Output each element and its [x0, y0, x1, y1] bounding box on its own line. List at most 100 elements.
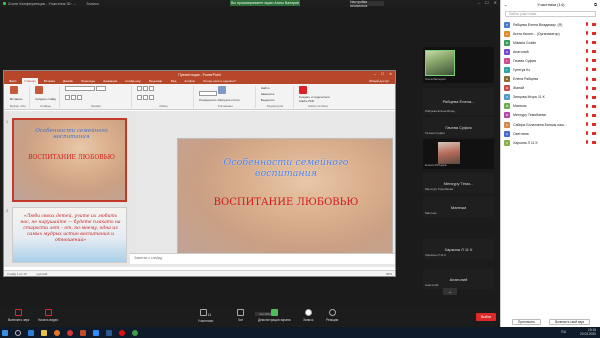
share-button[interactable]: Общий доступ [367, 79, 391, 83]
pp-close-icon[interactable]: ✕ [389, 72, 392, 76]
tab-home[interactable]: Главная [22, 78, 38, 84]
reactions-button[interactable]: Реакции [326, 309, 338, 322]
pp-maximize-icon[interactable]: ☐ [381, 72, 384, 76]
yandex-icon[interactable] [67, 329, 73, 336]
arrange-button[interactable]: Упорядочить [199, 98, 217, 102]
indent-icon[interactable] [148, 86, 154, 91]
slide-thumbnail-2[interactable]: «Люби своих детей, учите их любить нас, … [12, 207, 127, 263]
firefox-icon[interactable] [54, 329, 60, 336]
paste-icon[interactable] [10, 86, 18, 94]
window-controls: – ☐ ✕ [478, 0, 497, 5]
participant-row[interactable]: Е Елена Рябцева [501, 75, 600, 84]
participant-row[interactable]: Х Харкина Л 11 К [501, 138, 600, 147]
slide-thumbnail-1[interactable]: Особенности семейного воспитания ВОСПИТА… [12, 118, 127, 202]
participant-row[interactable]: А Анатолий [501, 47, 600, 56]
word-icon[interactable] [106, 329, 112, 336]
tab-animations[interactable]: Анимация [101, 79, 119, 83]
find-button[interactable]: Найти [261, 86, 270, 90]
select-button[interactable]: Выделить [261, 98, 275, 102]
create-pdf-button[interactable]: Создать и поделиться Adobe PDF [299, 95, 337, 103]
arrange-icon[interactable] [217, 86, 226, 94]
zoom-level[interactable]: 36% [386, 272, 392, 276]
video-tile[interactable]: Харкина Л 11 К Харкина Л 11 К [423, 239, 494, 259]
tell-me-field[interactable]: Что вы хотите сделать? [201, 79, 238, 83]
chat-button[interactable]: Чат [237, 309, 244, 322]
video-tile[interactable]: Елена Рябцева [423, 139, 494, 169]
collapse-icon[interactable]: ⌄ [504, 2, 507, 7]
view-options-button[interactable]: Настройки просмотра [350, 0, 384, 8]
participant-row[interactable]: Г Гачева Суфия [501, 56, 600, 65]
numbering-icon[interactable] [142, 86, 148, 91]
tab-view[interactable]: Вид [169, 79, 178, 83]
bold-icon[interactable] [64, 95, 70, 100]
tab-slideshow[interactable]: Слайд-шоу [123, 79, 143, 83]
participant-row[interactable]: Р Рябцева Елена Владимир. (Я) [501, 20, 600, 29]
unmute-button[interactable]: Включить звук [8, 309, 29, 322]
unmute-me-button[interactable]: Включить свой звук [549, 318, 591, 325]
participant-row[interactable]: М Менсуру Темобаева [501, 111, 600, 120]
explorer-icon[interactable] [41, 329, 47, 336]
share-screen-button[interactable]: Демонстрация экрана [258, 309, 291, 322]
participant-row[interactable]: Ж Жанай [501, 84, 600, 93]
adobe-pdf-icon[interactable] [298, 86, 307, 94]
tab-transitions[interactable]: Переходы [79, 79, 97, 83]
video-tile[interactable]: Мантым Мантым [423, 197, 494, 217]
gallery-scroll-down-icon[interactable]: ⌄ [443, 288, 457, 295]
paste-button[interactable]: Вставить [10, 97, 23, 101]
main-slide[interactable]: Особенности семейного воспитания ВОСПИТА… [177, 138, 393, 262]
participant-row[interactable]: З Зинцова Игорь 11 К [501, 93, 600, 102]
notes-pane[interactable]: Заметки к слайду [130, 253, 395, 264]
tab-review[interactable]: Рецензир. [147, 79, 165, 83]
participant-row[interactable]: С Сабира Болатовна Балшы наш... [501, 120, 600, 129]
align-center-icon[interactable] [142, 95, 148, 100]
zoom-icon[interactable] [93, 329, 99, 336]
pp-minimize-icon[interactable]: – [374, 72, 376, 76]
clock-date[interactable]: 20.03.2020 [580, 332, 596, 336]
video-tile[interactable]: Гачева Суфия Гачева Суфия [423, 117, 494, 137]
record-button[interactable]: Запись [303, 309, 313, 322]
align-right-icon[interactable] [148, 95, 154, 100]
tab-acrobat[interactable]: Acrobat [182, 79, 196, 83]
leave-meeting-button[interactable]: Выйти [476, 313, 496, 321]
italic-icon[interactable] [70, 95, 76, 100]
popout-icon[interactable]: ⧉ [594, 2, 597, 7]
participant-row[interactable]: А Агата Калин... (Организатор) [501, 29, 600, 38]
underline-icon[interactable] [76, 95, 82, 100]
opera-icon[interactable] [119, 329, 125, 336]
start-video-button[interactable]: Начать видео [38, 309, 58, 322]
close-icon[interactable]: ✕ [494, 0, 497, 5]
participant-row[interactable]: М Мантым [501, 102, 600, 111]
participant-search-input[interactable]: Найти участника [505, 11, 596, 17]
powerpoint-icon[interactable] [80, 329, 86, 336]
new-slide-icon[interactable] [35, 86, 44, 94]
quick-styles-button[interactable]: Экспресс-стили [218, 98, 240, 102]
font-size-select[interactable] [95, 86, 106, 91]
minimize-icon[interactable]: – [478, 0, 480, 5]
new-slide-button[interactable]: Создать слайд [35, 97, 56, 101]
maximize-icon[interactable]: ☐ [485, 0, 489, 5]
start-icon[interactable] [2, 329, 8, 336]
video-tile[interactable]: Агата Валерия [423, 47, 494, 83]
keyboard-language[interactable]: RU [561, 330, 566, 334]
ie-icon[interactable] [28, 329, 34, 336]
shapes-icon[interactable] [198, 90, 217, 96]
video-tile[interactable]: Анатолий Анатолий [423, 269, 494, 289]
invite-button[interactable]: Пригласить [511, 318, 542, 325]
participant-row[interactable]: Г Гунегуа Кз [501, 65, 600, 74]
participants-button[interactable]: 14 Участники [198, 309, 213, 323]
search-icon[interactable] [15, 329, 21, 336]
bullets-icon[interactable] [136, 86, 142, 91]
align-left-icon[interactable] [136, 95, 142, 100]
tab-design[interactable]: Дизайн [61, 79, 75, 83]
participant-row[interactable]: С Светлана [501, 129, 600, 138]
replace-button[interactable]: Заменить [261, 92, 274, 96]
chrome-icon[interactable] [132, 329, 138, 336]
tab-insert[interactable]: Вставка [42, 79, 57, 83]
tab-file[interactable]: Файл [7, 79, 18, 83]
avatar: M [504, 39, 510, 46]
video-tile[interactable]: Менсуру Темо... Менсуру Темобаева [423, 173, 494, 193]
participant-row[interactable]: M Mikaela Goldie [501, 38, 600, 47]
security-shield-icon[interactable] [3, 2, 6, 5]
font-name-select[interactable] [64, 86, 95, 91]
video-tile[interactable]: Рябцева Елена... Рябцева Елена Влад... [423, 88, 494, 115]
